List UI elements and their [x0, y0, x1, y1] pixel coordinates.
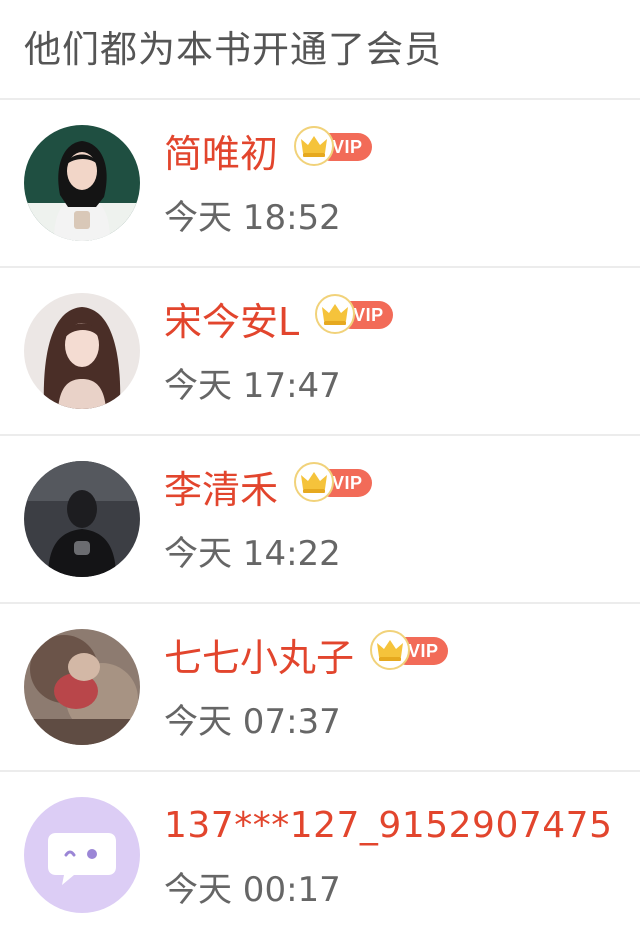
member-name-line: 李清禾 VIP: [164, 462, 372, 516]
section-header: 他们都为本书开通了会员: [0, 0, 640, 100]
member-name[interactable]: 宋今安L: [164, 296, 299, 348]
member-name-line: 137***127_9152907475: [164, 800, 612, 852]
vip-badge: VIP: [294, 126, 372, 166]
vip-badge: VIP: [315, 294, 393, 334]
member-row[interactable]: 李清禾 VIP 今天 14:22: [0, 436, 640, 604]
member-time: 今天 17:47: [164, 366, 341, 406]
member-name-line: 简唯初 VIP: [164, 126, 372, 180]
photo-dark-figure-icon: [24, 461, 140, 577]
avatar[interactable]: [24, 461, 140, 577]
default-chat-bubble-icon: [24, 797, 140, 913]
avatar[interactable]: [24, 125, 140, 241]
crown-icon: [294, 462, 335, 502]
member-row[interactable]: 137***127_9152907475 今天 00:17: [0, 772, 640, 940]
crown-icon: [370, 630, 411, 670]
vip-badge: VIP: [294, 462, 372, 502]
vip-badge: VIP: [370, 630, 448, 670]
member-name[interactable]: 李清禾: [164, 464, 278, 516]
member-name[interactable]: 简唯初: [164, 128, 278, 180]
avatar[interactable]: [24, 293, 140, 409]
photo-blurry-person-icon: [24, 629, 140, 745]
photo-woman-green-bg-icon: [24, 125, 140, 241]
member-time: 今天 00:17: [164, 870, 341, 910]
member-time: 今天 18:52: [164, 198, 341, 238]
member-row[interactable]: 简唯初 VIP 今天 18:52: [0, 100, 640, 268]
member-row[interactable]: 宋今安L VIP 今天 17:47: [0, 268, 640, 436]
photo-woman-portrait-icon: [24, 293, 140, 409]
member-name-line: 宋今安L VIP: [164, 294, 393, 348]
member-name[interactable]: 137***127_9152907475: [164, 800, 612, 852]
member-name-line: 七七小丸子 VIP: [164, 630, 448, 684]
member-time: 今天 07:37: [164, 702, 341, 742]
avatar[interactable]: [24, 629, 140, 745]
section-title: 他们都为本书开通了会员: [24, 28, 442, 71]
member-name[interactable]: 七七小丸子: [164, 632, 354, 684]
member-row[interactable]: 七七小丸子 VIP 今天 07:37: [0, 604, 640, 772]
member-time: 今天 14:22: [164, 534, 341, 574]
crown-icon: [315, 294, 356, 334]
avatar[interactable]: [24, 797, 140, 913]
member-list: 简唯初 VIP 今天 18:52 宋今安L VIP 今天 17:47 李清禾 V…: [0, 100, 640, 940]
crown-icon: [294, 126, 335, 166]
